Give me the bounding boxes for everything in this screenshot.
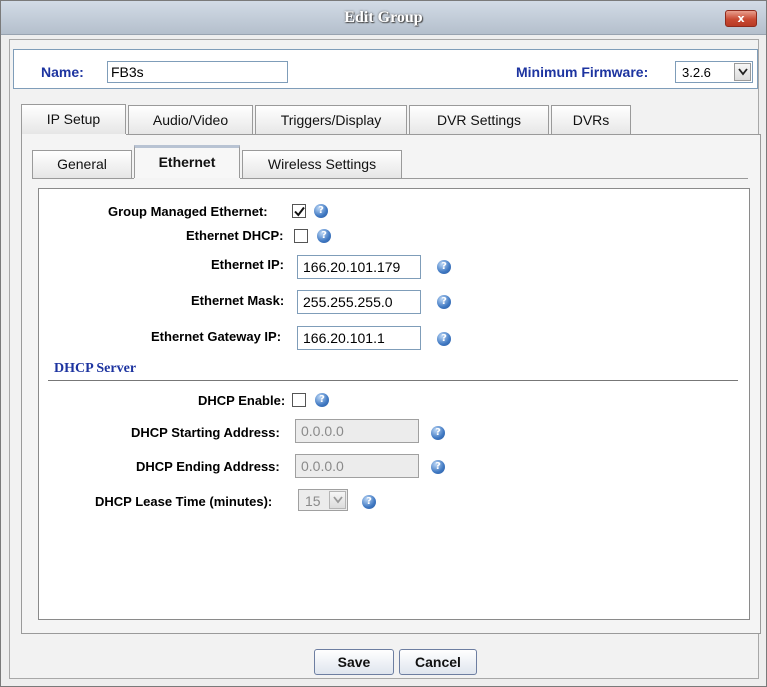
tab-ip-setup[interactable]: IP Setup bbox=[21, 104, 126, 134]
cancel-button[interactable]: Cancel bbox=[399, 649, 477, 675]
dhcp-starting-address-input[interactable]: 0.0.0.0 bbox=[295, 419, 419, 443]
tab-dvrs[interactable]: DVRs bbox=[551, 105, 631, 135]
group-managed-ethernet-label: Group Managed Ethernet: bbox=[108, 204, 268, 219]
ethernet-ip-input[interactable]: 166.20.101.179 bbox=[297, 255, 421, 279]
tab-triggers-display-label: Triggers/Display bbox=[280, 112, 382, 128]
close-button[interactable]: x bbox=[725, 10, 757, 27]
help-icon[interactable]: ? bbox=[317, 229, 331, 243]
ethernet-gateway-ip-label: Ethernet Gateway IP: bbox=[151, 329, 282, 344]
tab-ethernet-label: Ethernet bbox=[158, 154, 216, 170]
dhcp-lease-time-value: 15 bbox=[305, 493, 321, 509]
minimum-firmware-value: 3.2.6 bbox=[682, 65, 711, 80]
dhcp-ending-address-label: DHCP Ending Address: bbox=[136, 459, 280, 474]
chevron-down-icon[interactable] bbox=[734, 63, 751, 81]
dhcp-enable-checkbox[interactable] bbox=[292, 393, 306, 407]
tab-dvrs-label: DVRs bbox=[572, 112, 610, 128]
minimum-firmware-label: Minimum Firmware: bbox=[516, 64, 649, 80]
dhcp-enable-label: DHCP Enable: bbox=[198, 393, 286, 408]
ethernet-dhcp-checkbox[interactable] bbox=[294, 229, 308, 243]
tabs-divider bbox=[126, 134, 761, 135]
help-icon[interactable]: ? bbox=[314, 204, 328, 218]
tab-wireless-settings-label: Wireless Settings bbox=[267, 156, 377, 172]
group-managed-ethernet-checkbox[interactable] bbox=[292, 204, 306, 218]
tab-triggers-display[interactable]: Triggers/Display bbox=[255, 105, 407, 135]
dhcp-server-heading: DHCP Server bbox=[54, 361, 137, 376]
ethernet-gateway-ip-input[interactable]: 166.20.101.1 bbox=[297, 326, 421, 350]
title-bar[interactable]: Edit Group x bbox=[1, 1, 766, 35]
name-label: Name: bbox=[41, 64, 84, 80]
ethernet-mask-input[interactable]: 255.255.255.0 bbox=[297, 290, 421, 314]
ethernet-dhcp-label: Ethernet DHCP: bbox=[186, 228, 284, 243]
tab-general-label: General bbox=[57, 156, 107, 172]
save-button[interactable]: Save bbox=[314, 649, 394, 675]
chevron-down-icon[interactable] bbox=[329, 491, 346, 509]
ethernet-ip-label: Ethernet IP: bbox=[211, 257, 284, 272]
close-icon: x bbox=[737, 12, 745, 25]
edit-group-dialog: Edit Group x Name: FB3s Minimum Firmware… bbox=[0, 0, 767, 687]
help-icon[interactable]: ? bbox=[431, 460, 445, 474]
tab-audio-video[interactable]: Audio/Video bbox=[128, 105, 253, 135]
help-icon[interactable]: ? bbox=[431, 426, 445, 440]
help-icon[interactable]: ? bbox=[315, 393, 329, 407]
dhcp-lease-time-label: DHCP Lease Time (minutes): bbox=[95, 494, 273, 509]
dhcp-starting-address-label: DHCP Starting Address: bbox=[131, 425, 280, 440]
name-input[interactable]: FB3s bbox=[107, 61, 288, 83]
dialog-title: Edit Group bbox=[344, 9, 423, 26]
help-icon[interactable]: ? bbox=[437, 260, 451, 274]
subtabs-divider-right bbox=[240, 178, 748, 179]
tab-ethernet[interactable]: Ethernet bbox=[134, 145, 240, 178]
checkmark-icon bbox=[294, 206, 305, 217]
dhcp-ending-address-input[interactable]: 0.0.0.0 bbox=[295, 454, 419, 478]
ethernet-mask-label: Ethernet Mask: bbox=[191, 293, 285, 308]
tab-ip-setup-label: IP Setup bbox=[46, 111, 101, 127]
subtabs-divider-left bbox=[32, 178, 134, 179]
tab-dvr-settings[interactable]: DVR Settings bbox=[409, 105, 549, 135]
tab-audio-video-label: Audio/Video bbox=[152, 112, 229, 128]
section-divider bbox=[48, 380, 738, 381]
dhcp-lease-time-select[interactable]: 15 bbox=[298, 489, 348, 511]
tab-general[interactable]: General bbox=[32, 150, 132, 178]
help-icon[interactable]: ? bbox=[362, 495, 376, 509]
tab-dvr-settings-label: DVR Settings bbox=[436, 112, 522, 128]
help-icon[interactable]: ? bbox=[437, 332, 451, 346]
minimum-firmware-select[interactable]: 3.2.6 bbox=[675, 61, 753, 83]
tab-wireless-settings[interactable]: Wireless Settings bbox=[242, 150, 402, 178]
ethernet-form bbox=[38, 188, 750, 620]
help-icon[interactable]: ? bbox=[437, 295, 451, 309]
